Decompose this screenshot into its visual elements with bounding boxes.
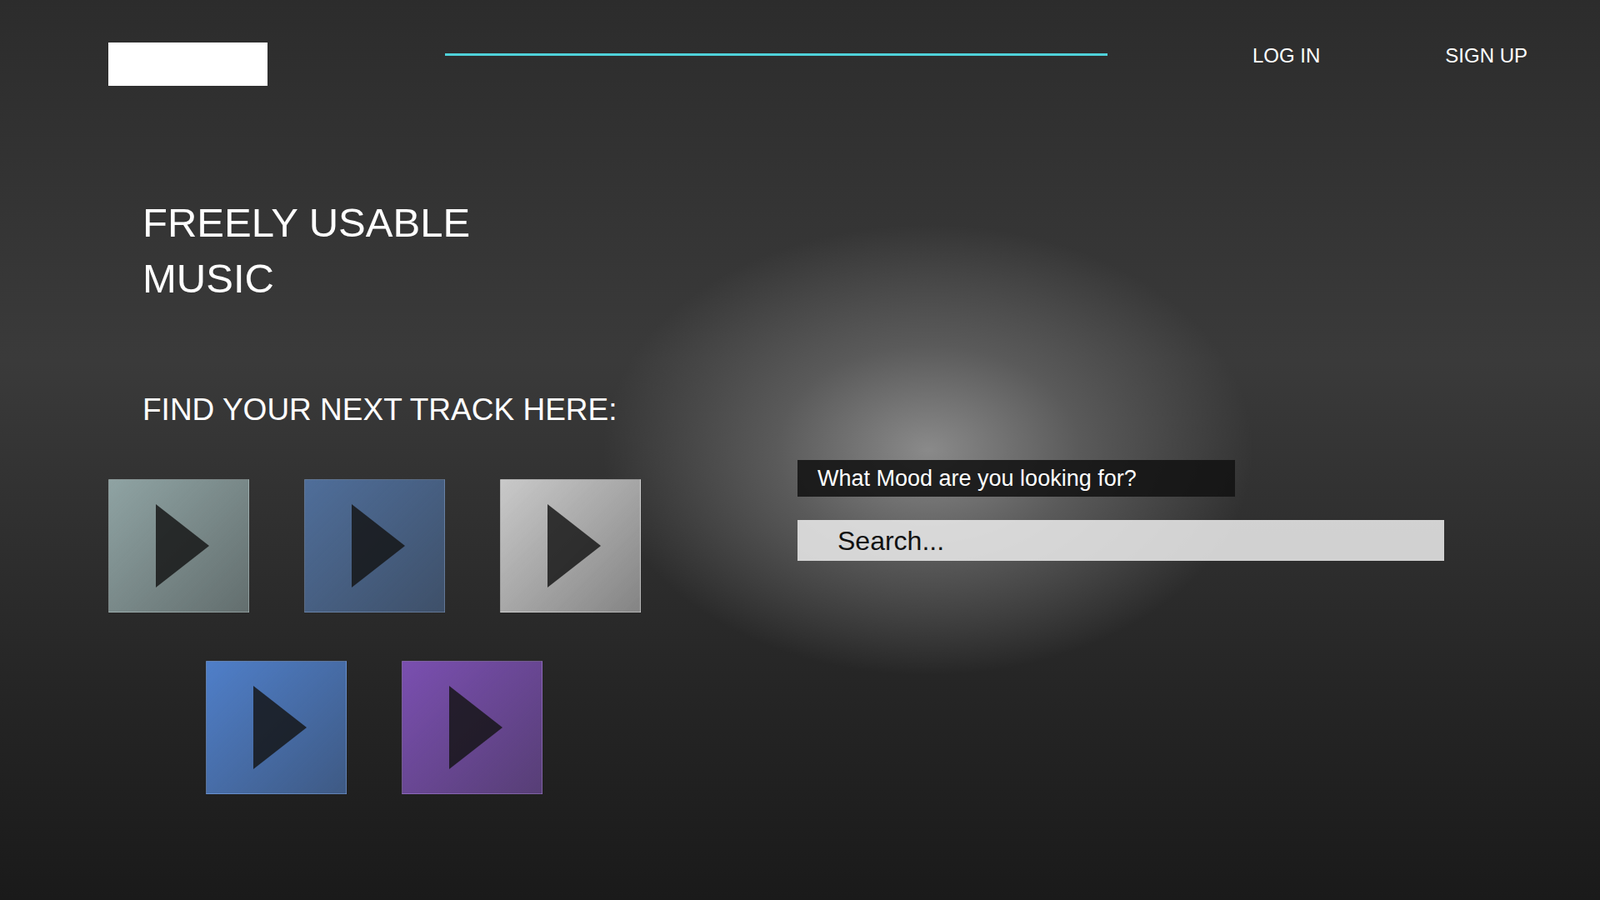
- hero-title-line: FREELY USABLE: [142, 195, 1528, 251]
- track-row: [108, 660, 798, 795]
- track-thumb[interactable]: [304, 479, 445, 613]
- nav-link-item[interactable]: LOG IN: [1252, 42, 1320, 70]
- track-thumb[interactable]: [108, 479, 250, 613]
- search-input[interactable]: [797, 520, 1445, 561]
- header-nav: LOG IN SIGN UP: [1252, 42, 1528, 70]
- play-icon[interactable]: [351, 504, 405, 588]
- track-grid: [108, 460, 798, 795]
- play-icon[interactable]: [155, 504, 210, 588]
- hero-title-line: MUSIC: [142, 250, 1528, 307]
- page: LOG IN SIGN UP FREELY USABLEMUSIC FIND YOU…: [0, 0, 1600, 900]
- header-line: [445, 53, 1108, 56]
- mood-label: What Mood are you looking for?: [797, 460, 1235, 497]
- header: LOG IN SIGN UP: [108, 42, 1528, 86]
- hero-title: FREELY USABLEMUSIC: [142, 195, 1528, 307]
- hero: FREELY USABLEMUSIC FIND YOUR NEXT TRACK H…: [108, 195, 1528, 429]
- play-icon[interactable]: [547, 504, 601, 588]
- play-icon[interactable]: [253, 685, 307, 770]
- hero-subtitle: FIND YOUR NEXT TRACK HERE:: [142, 391, 1528, 429]
- track-thumb[interactable]: [401, 660, 543, 795]
- track-row: [108, 479, 798, 613]
- play-icon[interactable]: [449, 685, 503, 770]
- track-thumb[interactable]: [500, 479, 641, 613]
- track-thumb[interactable]: [205, 660, 347, 795]
- search-panel: What Mood are you looking for?: [797, 460, 1445, 795]
- logo[interactable]: [108, 42, 268, 86]
- main: What Mood are you looking for?: [108, 460, 1528, 795]
- nav-link-item[interactable]: SIGN UP: [1445, 42, 1528, 70]
